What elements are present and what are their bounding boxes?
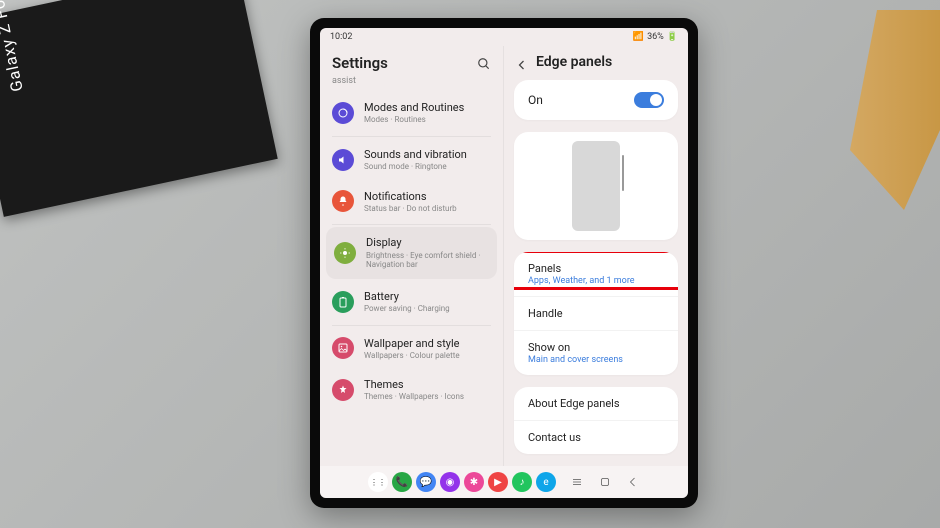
settings-header: Settings (320, 46, 503, 76)
dock-spotify-icon[interactable]: ♪ (512, 472, 532, 492)
row-title: Show on (528, 341, 664, 354)
recents-button[interactable] (570, 475, 584, 489)
dock-chat-icon[interactable]: 💬 (416, 472, 436, 492)
preview-card (514, 132, 678, 240)
settings-item-notif[interactable]: Notifications Status bar · Do not distur… (320, 181, 503, 223)
item-title: Battery (364, 290, 491, 303)
item-text: Display Brightness · Eye comfort shield … (366, 236, 489, 269)
item-title: Wallpaper and style (364, 337, 491, 350)
row-title: About Edge panels (528, 397, 664, 410)
item-subtitle: Modes · Routines (364, 115, 491, 125)
item-subtitle: Status bar · Do not disturb (364, 204, 491, 214)
box-label: Galaxy Z Fold6 (0, 0, 27, 93)
themes-icon (332, 379, 354, 401)
settings-item-wallpaper[interactable]: Wallpaper and style Wallpapers · Colour … (320, 328, 503, 370)
detail-header: Edge panels (504, 46, 688, 74)
back-icon[interactable] (516, 56, 528, 68)
row-panels[interactable]: PanelsApps, Weather, and 1 more (514, 252, 678, 297)
detail-pane: Edge panels On PanelsApps, Weather, and … (504, 46, 688, 466)
row-title: Handle (528, 307, 664, 320)
settings-title: Settings (332, 54, 469, 72)
notif-icon (332, 190, 354, 212)
content-area: Settings assist Modes and Routines Modes… (320, 46, 688, 466)
system-nav (570, 475, 640, 489)
dock-apps-icon[interactable]: ⋮⋮ (368, 472, 388, 492)
home-button[interactable] (598, 475, 612, 489)
settings-item-themes[interactable]: Themes Themes · Wallpapers · Icons (320, 369, 503, 411)
on-toggle-row[interactable]: On (514, 80, 678, 120)
battery-icon: 🔋 (667, 32, 678, 42)
item-title: Notifications (364, 190, 491, 203)
assist-hint: assist (320, 76, 503, 92)
dock-icons: ⋮⋮📞💬◉✱▶♪e (368, 472, 556, 492)
wallpaper-icon (332, 337, 354, 359)
toggle-label: On (528, 93, 543, 107)
item-text: Themes Themes · Wallpapers · Icons (364, 378, 491, 402)
row-about-edge-panels[interactable]: About Edge panels (514, 387, 678, 421)
signal-icon: 📶 (633, 32, 644, 42)
item-text: Wallpaper and style Wallpapers · Colour … (364, 337, 491, 361)
about-card: About Edge panels Contact us (514, 387, 678, 454)
row-subtitle: Apps, Weather, and 1 more (528, 276, 664, 286)
modes-icon (332, 102, 354, 124)
item-text: Sounds and vibration Sound mode · Ringto… (364, 148, 491, 172)
settings-list: Modes and Routines Modes · Routines Soun… (320, 92, 503, 466)
detail-title: Edge panels (536, 54, 612, 70)
item-title: Display (366, 236, 489, 249)
row-title: Panels (528, 262, 664, 275)
settings-item-modes[interactable]: Modes and Routines Modes · Routines (320, 92, 503, 134)
settings-item-battery[interactable]: Battery Power saving · Charging (320, 281, 503, 323)
row-show-on[interactable]: Show onMain and cover screens (514, 331, 678, 375)
dock-youtube-icon[interactable]: ▶ (488, 472, 508, 492)
screen: 10:02 📶 36% 🔋 Settings assist Modes and … (320, 28, 688, 498)
battery-icon (332, 291, 354, 313)
display-icon (334, 242, 356, 264)
item-text: Notifications Status bar · Do not distur… (364, 190, 491, 214)
back-button[interactable] (626, 475, 640, 489)
settings-item-display[interactable]: Display Brightness · Eye comfort shield … (326, 227, 497, 278)
dock-edge-icon[interactable]: e (536, 472, 556, 492)
status-right: 📶 36% 🔋 (633, 32, 678, 42)
item-subtitle: Power saving · Charging (364, 304, 491, 314)
row-contact-us[interactable]: Contact us (514, 421, 678, 454)
item-title: Themes (364, 378, 491, 391)
settings-pane: Settings assist Modes and Routines Modes… (320, 46, 504, 466)
dock-health-icon[interactable]: ✱ (464, 472, 484, 492)
item-text: Battery Power saving · Charging (364, 290, 491, 314)
toggle-card: On (514, 80, 678, 120)
item-subtitle: Themes · Wallpapers · Icons (364, 392, 491, 402)
item-subtitle: Brightness · Eye comfort shield · Naviga… (366, 251, 489, 270)
item-title: Sounds and vibration (364, 148, 491, 161)
battery-label: 36% (647, 32, 664, 42)
row-subtitle: Main and cover screens (528, 355, 664, 365)
dock-phone-icon[interactable]: 📞 (392, 472, 412, 492)
device-frame: 10:02 📶 36% 🔋 Settings assist Modes and … (310, 18, 698, 508)
item-subtitle: Sound mode · Ringtone (364, 162, 491, 172)
dock-bixby-icon[interactable]: ◉ (440, 472, 460, 492)
item-text: Modes and Routines Modes · Routines (364, 101, 491, 125)
status-time: 10:02 (330, 32, 352, 42)
item-title: Modes and Routines (364, 101, 491, 114)
settings-item-sound[interactable]: Sounds and vibration Sound mode · Ringto… (320, 139, 503, 181)
phone-preview (572, 141, 620, 231)
item-subtitle: Wallpapers · Colour palette (364, 351, 491, 361)
row-title: Contact us (528, 431, 664, 444)
dock-bar: ⋮⋮📞💬◉✱▶♪e (320, 466, 688, 498)
status-bar: 10:02 📶 36% 🔋 (320, 28, 688, 46)
row-handle[interactable]: Handle (514, 297, 678, 331)
panels-card: PanelsApps, Weather, and 1 more Handle Sho… (514, 252, 678, 375)
search-icon[interactable] (477, 56, 491, 70)
toggle-switch[interactable] (634, 92, 664, 108)
sound-icon (332, 149, 354, 171)
